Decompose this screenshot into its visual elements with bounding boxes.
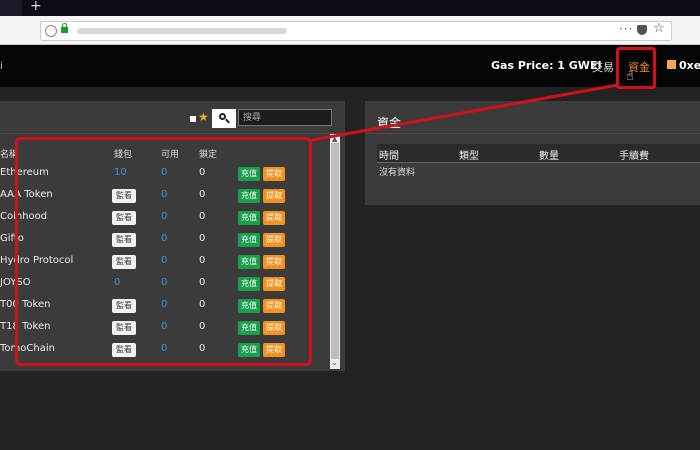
- callout-connector: [311, 83, 619, 142]
- callout-line: [311, 83, 619, 142]
